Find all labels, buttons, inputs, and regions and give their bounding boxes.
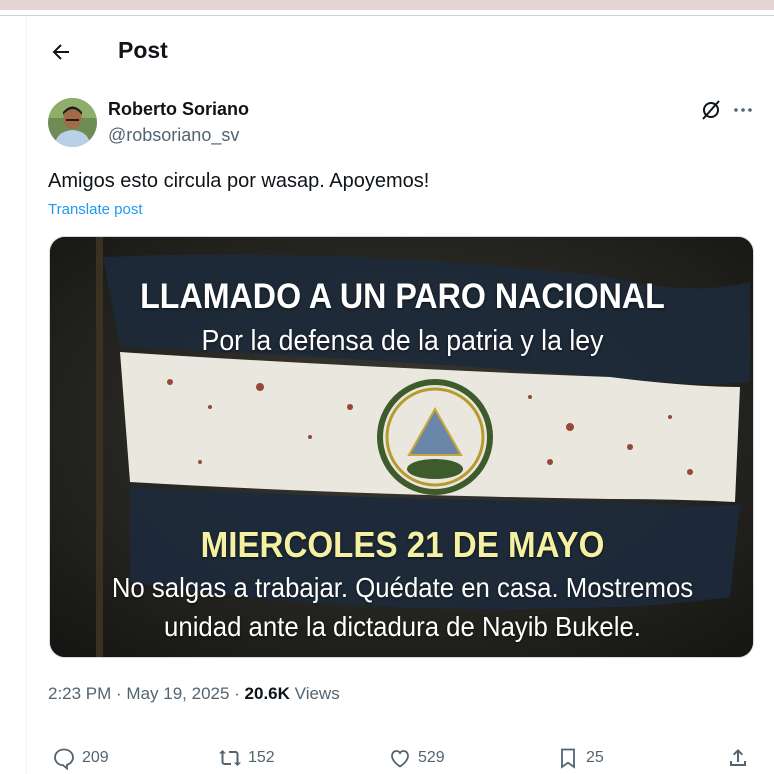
- more-options-button[interactable]: [731, 98, 755, 122]
- repost-button[interactable]: 152: [218, 742, 275, 774]
- post-time[interactable]: 2:23 PM: [48, 684, 111, 703]
- image-body-line-2: unidad ante la dictadura de Nayib Bukele…: [164, 611, 641, 642]
- browser-top-strip: [0, 0, 774, 10]
- share-button[interactable]: [726, 742, 750, 774]
- image-headline: LLAMADO A UN PARO NACIONAL: [140, 277, 665, 316]
- like-button[interactable]: 529: [388, 742, 445, 774]
- image-date: MIERCOLES 21 DE MAYO: [200, 524, 605, 565]
- bookmark-icon[interactable]: [556, 746, 580, 770]
- bookmark-count: 25: [586, 749, 604, 766]
- post-date[interactable]: May 19, 2025: [126, 684, 229, 703]
- post-text: Amigos esto circula por wasap. Apoyemos!: [48, 170, 430, 192]
- views-count: 20.6K: [244, 684, 290, 703]
- repost-count: 152: [248, 749, 275, 766]
- post-image[interactable]: LLAMADO A UN PARO NACIONAL Por la defens…: [49, 236, 754, 658]
- like-icon[interactable]: [388, 746, 412, 770]
- avatar[interactable]: [48, 98, 97, 147]
- image-body-line-1: No salgas a trabajar. Quédate en casa. M…: [111, 572, 694, 603]
- grok-button[interactable]: [699, 98, 723, 122]
- author-handle[interactable]: @robsoriano_sv: [108, 125, 239, 146]
- grok-icon[interactable]: [699, 98, 723, 122]
- post-header: Post: [27, 16, 774, 88]
- post-meta: 2:23 PM · May 19, 2025 · 20.6K Views: [48, 684, 340, 704]
- reply-button[interactable]: 209: [52, 742, 109, 774]
- back-arrow-icon[interactable]: [49, 40, 73, 64]
- reply-icon[interactable]: [52, 746, 76, 770]
- views-label: Views: [294, 684, 340, 703]
- reply-count: 209: [82, 749, 109, 766]
- share-icon[interactable]: [726, 746, 750, 770]
- back-button[interactable]: [49, 40, 73, 64]
- image-subheadline: Por la defensa de la patria y la ley: [201, 325, 604, 357]
- meta-separator: ·: [111, 684, 127, 703]
- like-count: 529: [418, 749, 445, 766]
- author-name[interactable]: Roberto Soriano: [108, 99, 249, 120]
- translate-post-link[interactable]: Translate post: [48, 201, 143, 218]
- bookmark-button[interactable]: 25: [556, 742, 604, 774]
- page-title: Post: [118, 37, 168, 63]
- meta-separator-2: ·: [229, 684, 245, 703]
- repost-icon[interactable]: [218, 746, 242, 770]
- more-icon[interactable]: [731, 98, 755, 122]
- action-bar: 209 152 529 25: [48, 742, 754, 774]
- column-border: [26, 16, 27, 774]
